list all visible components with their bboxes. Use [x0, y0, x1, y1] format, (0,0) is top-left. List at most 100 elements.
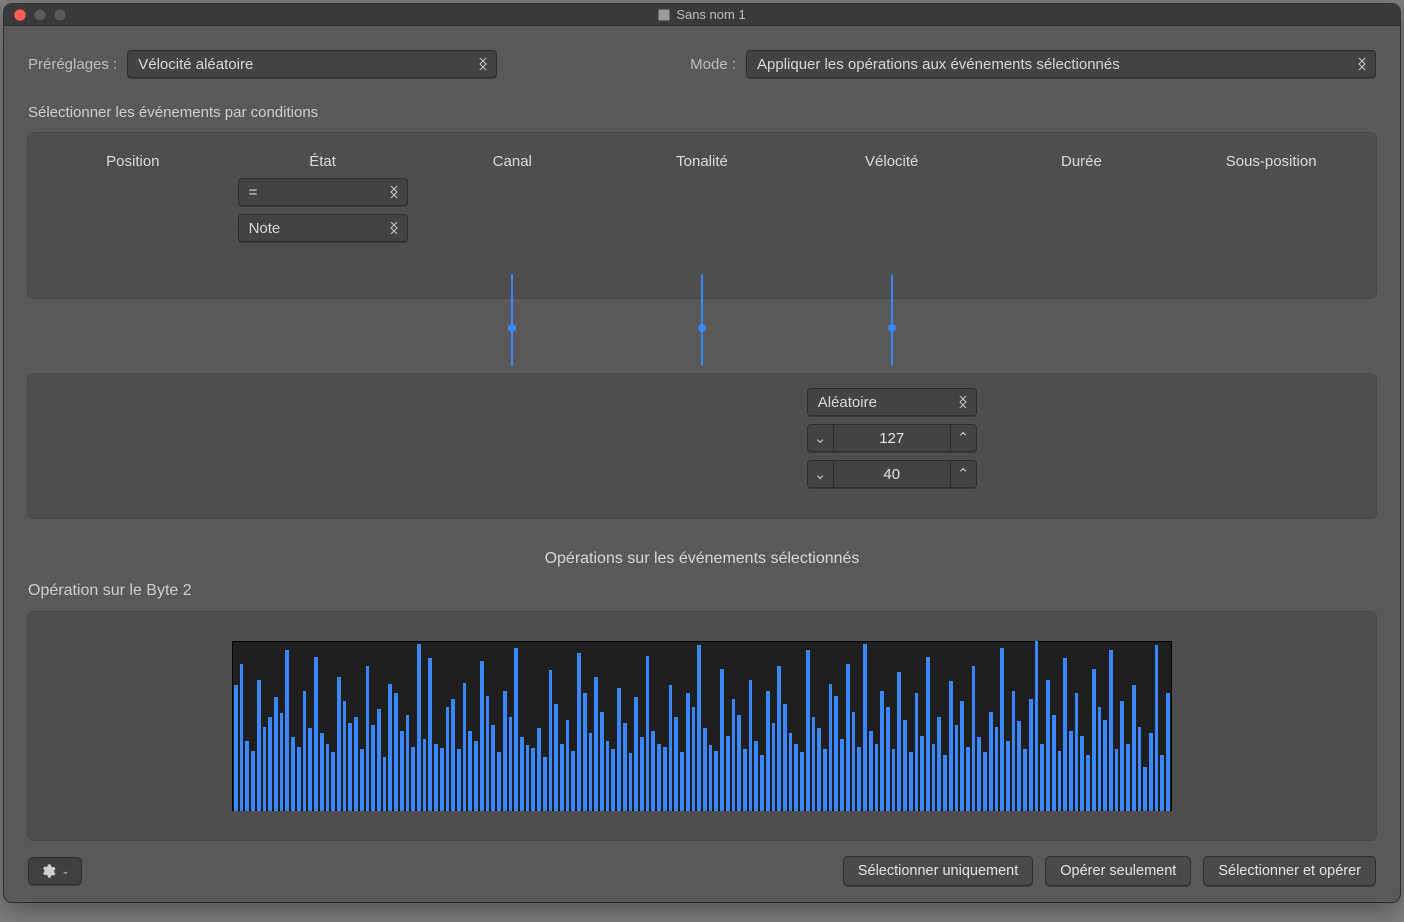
bar [411, 747, 415, 811]
bar [291, 737, 295, 811]
connector-canal [511, 274, 513, 366]
bar [1029, 699, 1033, 811]
bar [480, 661, 484, 811]
bar [457, 749, 461, 811]
velocity-high-stepper[interactable]: ⌄ 127 ⌃ [807, 424, 977, 452]
bar [423, 739, 427, 811]
etat-operator-value: = [249, 184, 258, 201]
bar [732, 699, 736, 811]
bar [537, 728, 541, 811]
bar [834, 696, 838, 811]
bar [1132, 685, 1136, 811]
bar [1155, 645, 1159, 811]
bar [1006, 741, 1010, 811]
bar [794, 744, 798, 811]
bar [966, 747, 970, 811]
bar [840, 739, 844, 811]
velocity-low-stepper[interactable]: ⌄ 40 ⌃ [807, 460, 977, 488]
col-etat: État = Note [228, 151, 418, 242]
document-icon [658, 9, 670, 21]
bar [995, 727, 999, 811]
bar [451, 699, 455, 811]
bar [674, 717, 678, 811]
col-velocite: Vélocité [797, 151, 987, 242]
etat-operator-select[interactable]: = [238, 178, 408, 206]
bar [486, 696, 490, 811]
velocity-mode-select[interactable]: Aléatoire [807, 388, 977, 416]
bar [800, 752, 804, 811]
bar [920, 736, 924, 811]
bar [543, 757, 547, 811]
bar [663, 747, 667, 811]
chevron-down-icon[interactable]: ⌄ [808, 461, 834, 487]
bar [1109, 650, 1113, 811]
chevron-up-icon[interactable]: ⌃ [950, 461, 976, 487]
bar [640, 737, 644, 811]
bar [285, 650, 289, 811]
select-and-operate-button[interactable]: Sélectionner et opérer [1203, 856, 1376, 886]
bar [560, 744, 564, 811]
bar [1023, 749, 1027, 811]
bar [377, 709, 381, 811]
conditions-label: Sélectionner les événements par conditio… [28, 104, 1376, 121]
bar [863, 644, 867, 811]
bar [388, 684, 392, 811]
bar [366, 666, 370, 811]
bar [932, 744, 936, 811]
transform-window: Sans nom 1 Préréglages : Vélocité aléato… [4, 4, 1400, 902]
bar [1160, 755, 1164, 811]
bar [926, 657, 930, 811]
bar [606, 741, 610, 811]
bar [754, 741, 758, 811]
bar [720, 669, 724, 811]
byte2-panel [28, 612, 1376, 840]
select-only-button[interactable]: Sélectionner uniquement [843, 856, 1033, 886]
bar [354, 717, 358, 811]
bar [783, 704, 787, 811]
bar [308, 728, 312, 811]
bar [669, 685, 673, 811]
bar [337, 677, 341, 811]
bar [869, 731, 873, 811]
bar [760, 755, 764, 811]
chevron-up-icon[interactable]: ⌃ [950, 425, 976, 451]
bar [520, 737, 524, 811]
col-canal: Canal [417, 151, 607, 242]
bar [960, 701, 964, 811]
chevron-down-icon[interactable]: ⌄ [808, 425, 834, 451]
bar [686, 693, 690, 811]
bar [977, 737, 981, 811]
bar [589, 733, 593, 811]
bar [817, 728, 821, 811]
presets-select[interactable]: Vélocité aléatoire [127, 50, 497, 78]
bar [394, 693, 398, 811]
bar [875, 744, 879, 811]
bar [915, 693, 919, 811]
bar [274, 697, 278, 811]
bar [1098, 707, 1102, 811]
mode-select[interactable]: Appliquer les opérations aux événements … [746, 50, 1376, 78]
bar [514, 648, 518, 811]
operate-only-button[interactable]: Opérer seulement [1045, 856, 1191, 886]
bar [651, 731, 655, 811]
bar [1075, 693, 1079, 811]
bar [474, 741, 478, 811]
bar [326, 744, 330, 811]
top-row: Préréglages : Vélocité aléatoire Mode : … [28, 50, 1376, 78]
bar [714, 751, 718, 811]
settings-menu-button[interactable]: ⌄ [28, 857, 82, 885]
bar [320, 733, 324, 811]
bar [743, 749, 747, 811]
bar [983, 752, 987, 811]
conditions-headers: Position État = Note Canal Tonalité Vélo… [38, 151, 1366, 242]
bar [503, 691, 507, 811]
bar [1040, 744, 1044, 811]
bar [531, 748, 535, 811]
connector-velocite [891, 274, 893, 366]
etat-type-select[interactable]: Note [238, 214, 408, 242]
bar [909, 752, 913, 811]
bar [1000, 648, 1004, 811]
col-tonalite: Tonalité [607, 151, 797, 242]
bar [1063, 658, 1067, 811]
bar [972, 666, 976, 811]
